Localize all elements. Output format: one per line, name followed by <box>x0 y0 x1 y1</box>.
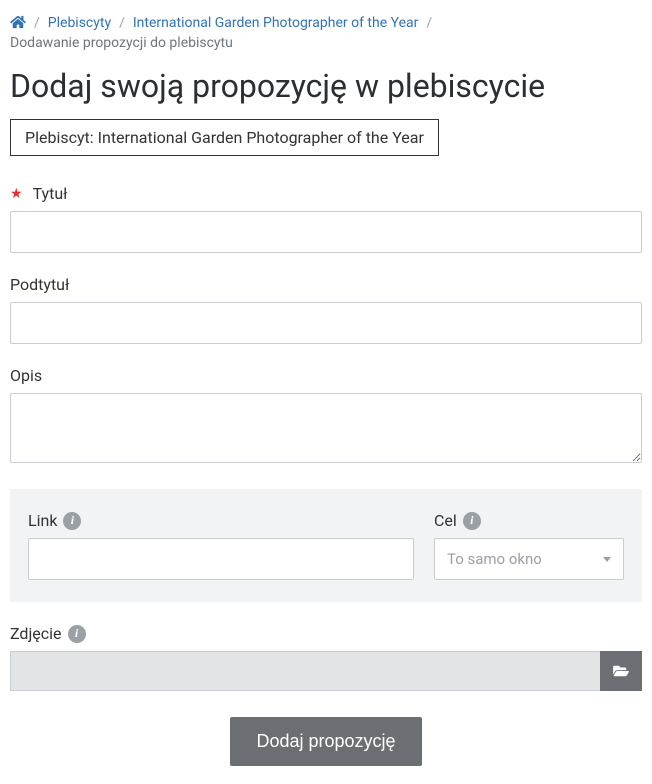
link-label: Link <box>28 511 57 530</box>
breadcrumb-sep: / <box>30 15 44 31</box>
target-label: Cel <box>434 511 457 530</box>
image-label: Zdjęcie <box>10 624 62 643</box>
target-select[interactable]: To samo okno <box>434 538 624 580</box>
chevron-down-icon <box>603 557 611 562</box>
field-image: Zdjęcie i <box>10 624 642 691</box>
title-input[interactable] <box>10 211 642 253</box>
link-target-panel: Link i Cel i To samo okno <box>10 489 642 602</box>
field-description: Opis <box>10 366 642 467</box>
folder-open-icon <box>612 664 630 678</box>
link-input[interactable] <box>28 538 414 580</box>
breadcrumb-contest[interactable]: International Garden Photographer of the… <box>133 15 419 31</box>
plebiscyt-badge: Plebiscyt: International Garden Photogra… <box>10 119 439 156</box>
field-target: Cel i To samo okno <box>434 511 624 580</box>
page-title: Dodaj swoją propozycję w plebiscycie <box>10 67 642 105</box>
info-icon[interactable]: i <box>63 512 81 530</box>
image-path-display <box>10 651 600 691</box>
target-selected-value: To samo okno <box>447 550 542 568</box>
description-input[interactable] <box>10 393 642 463</box>
subtitle-label: Podtytuł <box>10 275 69 294</box>
browse-button[interactable] <box>600 651 642 691</box>
submit-row: Dodaj propozycję <box>10 717 642 766</box>
field-subtitle: Podtytuł <box>10 275 642 344</box>
field-title: ★ Tytuł <box>10 184 642 253</box>
submit-button[interactable]: Dodaj propozycję <box>230 717 421 766</box>
field-link: Link i <box>28 511 414 580</box>
breadcrumb-sep: / <box>115 15 129 31</box>
info-icon[interactable]: i <box>68 625 86 643</box>
subtitle-input[interactable] <box>10 302 642 344</box>
breadcrumb-sep: / <box>422 15 436 31</box>
breadcrumb-current: Dodawanie propozycji do plebiscytu <box>10 35 233 51</box>
description-label: Opis <box>10 366 42 385</box>
home-link[interactable] <box>10 15 26 31</box>
home-icon <box>10 15 26 29</box>
breadcrumb: / Plebiscyty / International Garden Phot… <box>10 10 642 59</box>
info-icon[interactable]: i <box>463 512 481 530</box>
breadcrumb-plebiscyty[interactable]: Plebiscyty <box>48 15 111 31</box>
required-star: ★ <box>10 186 23 202</box>
title-label: Tytuł <box>33 184 68 203</box>
